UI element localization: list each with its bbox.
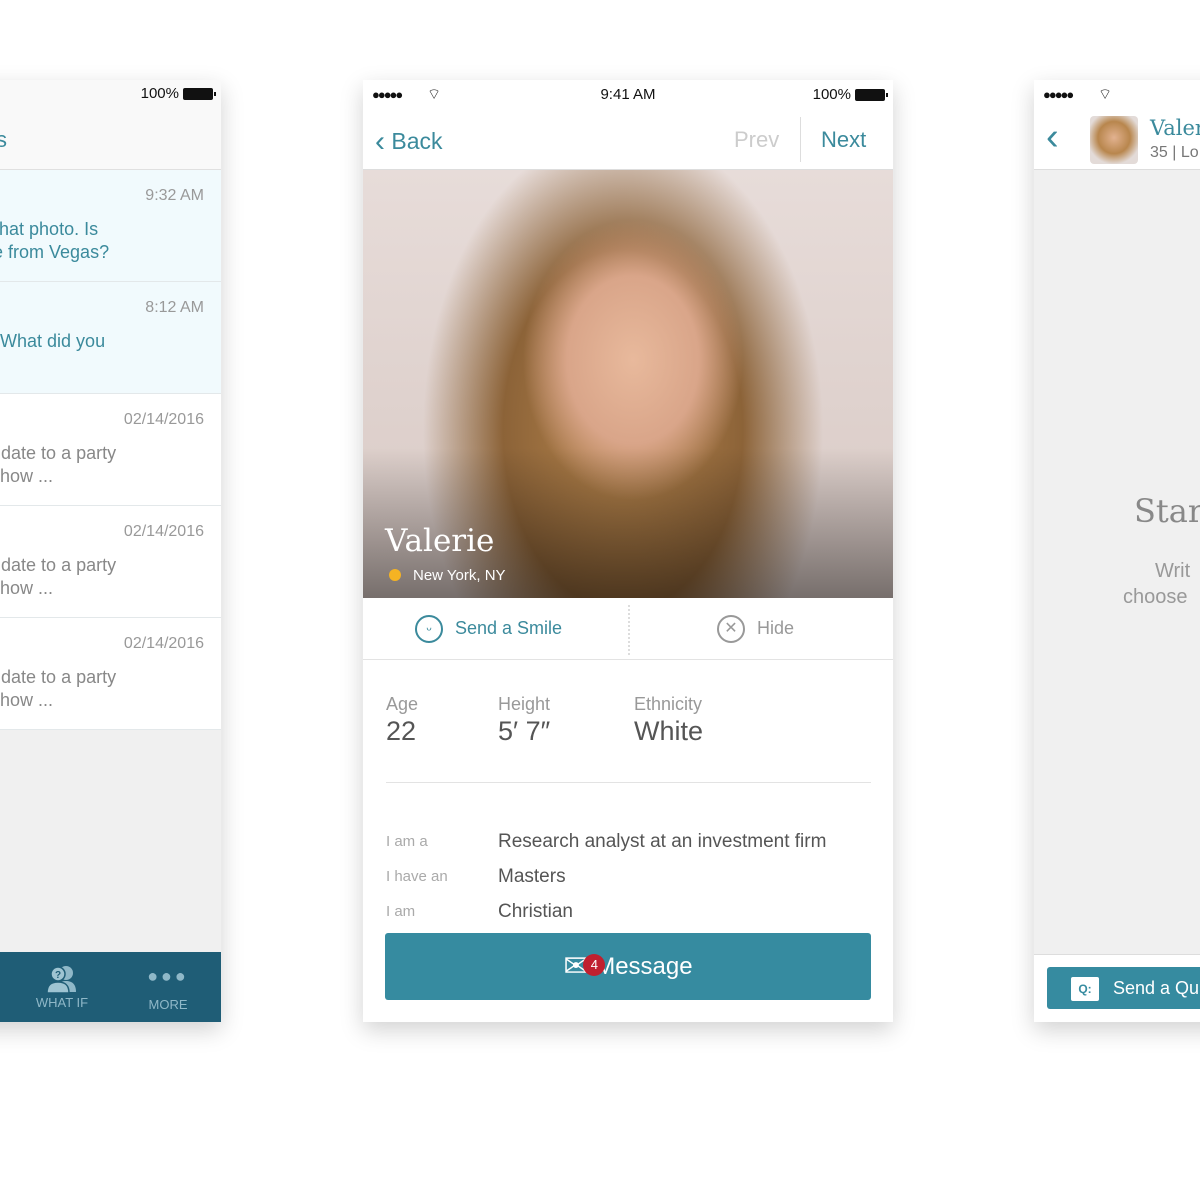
location-text: New York, NY (413, 567, 506, 584)
battery-icon (183, 88, 216, 101)
close-circle-icon: ✕ (717, 615, 745, 643)
send-smile-button[interactable]: ᵕ Send a Smile (415, 615, 562, 643)
detail-value: Masters (498, 866, 566, 887)
status-battery: 100% (812, 86, 888, 103)
stat-value: 22 (386, 716, 417, 746)
tab-label: MORE (148, 997, 188, 1012)
divider (386, 782, 871, 783)
list-item[interactable]: 02/14/2016 our date to a party ne, how ..… (0, 394, 221, 506)
tab-what-if[interactable]: ? WHAT IF (27, 952, 97, 1022)
tab-label: WHAT IF (35, 995, 89, 1010)
status-bar: 100% (140, 85, 216, 102)
send-question-button[interactable]: Q: Send a Qu (1047, 967, 1200, 1009)
contact-name: Valer (1150, 116, 1200, 140)
battery-percent: 100% (812, 86, 851, 103)
message-preview: our date to a party ne, how ... (0, 555, 117, 598)
smile-label: Send a Smile (455, 617, 563, 638)
stat-label: Age (386, 694, 419, 714)
online-dot-icon (389, 569, 401, 581)
message-preview: our date to a party ne, how ... (0, 667, 117, 710)
stat-value: White (634, 716, 704, 746)
profile-name: Valerie (385, 523, 495, 559)
detail-label: I am a (386, 833, 428, 850)
detail-value: Christian (498, 901, 573, 922)
detail-label: I have an (386, 868, 448, 885)
list-item[interactable]: 9:32 AM es that photo. Is ofile from Vega… (0, 170, 221, 282)
list-item[interactable]: 8:12 AM oo! What did you (0, 282, 221, 394)
chevron-left-icon: ‹ (375, 125, 385, 158)
envelope-icon: ✉ 4 (563, 950, 606, 983)
battery-icon (855, 89, 888, 102)
people-question-icon: ? (46, 966, 76, 994)
page-title: s (0, 127, 7, 152)
divider (363, 659, 893, 660)
list-item[interactable]: 02/14/2016 our date to a party ne, how ..… (0, 618, 221, 730)
wifi-icon: ⌔ (1098, 86, 1113, 103)
message-time: 02/14/2016 (123, 411, 204, 428)
tab-bar: ? WHAT IF ●●● MORE (0, 952, 221, 1022)
battery-percent: 100% (140, 85, 179, 102)
smile-icon: ᵕ (415, 615, 443, 643)
hide-button[interactable]: ✕ Hide (717, 615, 794, 643)
divider (628, 605, 630, 655)
hide-label: Hide (757, 617, 795, 638)
conversation-screen: ●●●●● ⌔ ‹ Valer 35 | Lo Star Writ choose… (1034, 80, 1200, 1022)
detail-label: I am (386, 903, 416, 920)
profile-location: New York, NY (389, 567, 506, 584)
back-label: Back (391, 128, 443, 154)
message-time: 9:32 AM (145, 187, 204, 204)
list-item[interactable]: 02/14/2016 our date to a party ne, how ..… (0, 506, 221, 618)
empty-text: Writ (1155, 560, 1191, 582)
signal-icon: ●●●●● (1043, 87, 1074, 102)
button-label: Send a Qu (1113, 978, 1200, 998)
message-button[interactable]: ✉ 4 Message (385, 933, 871, 1000)
message-time: 02/14/2016 (123, 635, 204, 652)
prev-button[interactable]: Prev (734, 127, 779, 153)
stat-value: 5′ 7″ (498, 716, 551, 746)
empty-text: choose (1123, 586, 1188, 608)
message-time: 8:12 AM (145, 299, 204, 316)
back-button[interactable]: ‹ (1046, 116, 1059, 159)
divider (800, 117, 801, 162)
message-preview: es that photo. Is ofile from Vegas? (0, 219, 110, 262)
stat-label: Height (498, 694, 551, 714)
stat-label: Ethnicity (634, 694, 703, 714)
profile-screen: ●●●●● ⌔ 9:41 AM 100% ‹ Back Prev Next Va… (363, 80, 893, 1022)
message-label: Message (595, 953, 693, 980)
message-preview: oo! What did you (0, 331, 106, 351)
message-preview: our date to a party ne, how ... (0, 443, 117, 486)
detail-value: Research analyst at an investment firm (498, 831, 827, 852)
message-time: 02/14/2016 (123, 523, 204, 540)
back-button[interactable]: ‹ Back (375, 125, 443, 159)
question-bubble-icon: Q: (1071, 977, 1099, 1002)
avatar[interactable] (1090, 116, 1138, 164)
contact-subtitle: 35 | Lo (1150, 144, 1199, 161)
empty-title: Star (1134, 492, 1200, 530)
tab-more[interactable]: ●●● MORE (133, 952, 203, 1022)
messages-screen: 100% s 9:32 AM es that photo. Is ofile fr… (0, 80, 221, 1022)
svg-text:?: ? (55, 970, 61, 981)
next-button[interactable]: Next (821, 127, 866, 153)
more-dots-icon: ●●● (147, 966, 189, 986)
